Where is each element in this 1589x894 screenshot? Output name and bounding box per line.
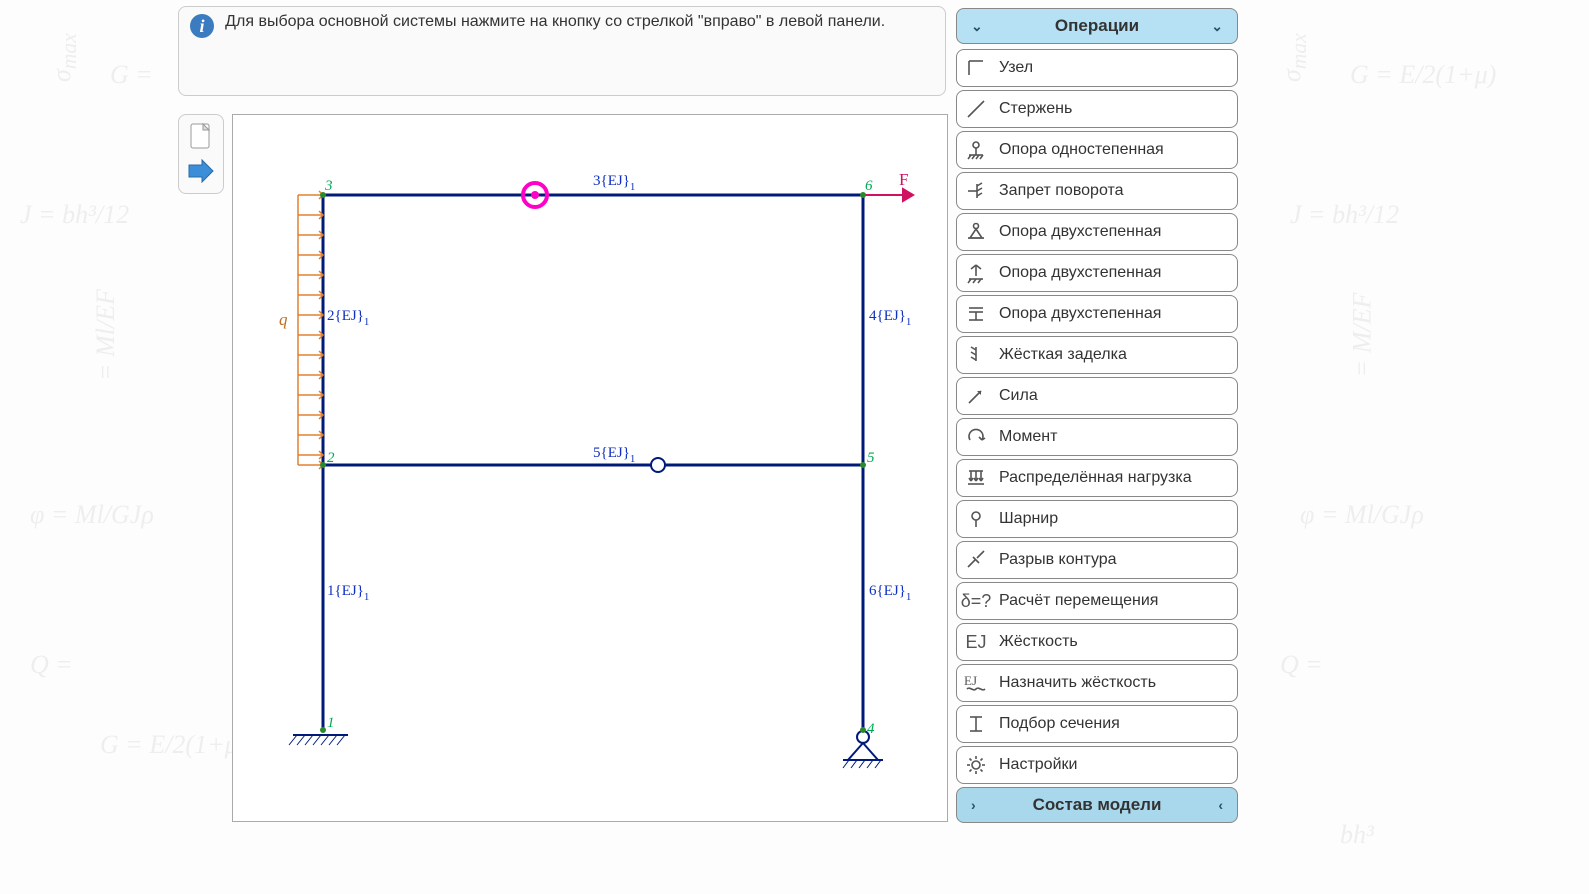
pin-support[interactable] <box>843 731 883 768</box>
node-3-label: 3 <box>324 178 333 194</box>
op-sup2b-button[interactable]: Опора двухстепенная <box>956 254 1238 292</box>
op-label: Жёсткость <box>999 633 1078 651</box>
op-fixed-button[interactable]: Жёсткая заделка <box>956 336 1238 374</box>
op-node-button[interactable]: Узел <box>956 49 1238 87</box>
op-distload-button[interactable]: Распределённая нагрузка <box>956 459 1238 497</box>
node-1-label: 1 <box>327 715 335 731</box>
op-stiff-button[interactable]: EJ Жёсткость <box>956 623 1238 661</box>
section-icon <box>963 711 989 737</box>
op-moment-button[interactable]: Момент <box>956 418 1238 456</box>
hinge-icon <box>963 506 989 532</box>
node-5-label: 5 <box>867 450 875 466</box>
info-bar: i Для выбора основной системы нажмите на… <box>178 6 946 96</box>
member-3-label: 3{EJ}1 <box>593 173 635 193</box>
op-label: Жёсткая заделка <box>999 346 1127 364</box>
operations-title: Операции <box>1055 16 1139 36</box>
assign-icon: EJ <box>963 670 989 696</box>
sup2c-icon <box>963 301 989 327</box>
op-disp-button[interactable]: δ=? Расчёт перемещения <box>956 582 1238 620</box>
node-2-label: 2 <box>327 450 335 466</box>
chevron-down-icon: ⌄ <box>1211 18 1223 35</box>
op-sup2a-button[interactable]: Опора двухстепенная <box>956 213 1238 251</box>
rod-icon <box>963 96 989 122</box>
model-composition-title: Состав модели <box>1033 795 1162 815</box>
op-label: Стержень <box>999 100 1072 118</box>
stiff-icon: EJ <box>963 629 989 655</box>
node-6-label: 6 <box>865 178 873 194</box>
moment-icon <box>963 424 989 450</box>
model-composition-header[interactable]: › Состав модели ‹ <box>956 787 1238 823</box>
op-label: Распределённая нагрузка <box>999 469 1192 487</box>
member-2-label: 2{EJ}1 <box>327 308 369 328</box>
member-4-label: 4{EJ}1 <box>869 308 911 328</box>
op-section-button[interactable]: Подбор сечения <box>956 705 1238 743</box>
op-label: Сила <box>999 387 1038 405</box>
op-label: Назначить жёсткость <box>999 674 1156 692</box>
svg-text:EJ: EJ <box>964 673 977 688</box>
op-settings-button[interactable]: Настройки <box>956 746 1238 784</box>
new-file-button[interactable] <box>183 121 219 153</box>
op-label: Момент <box>999 428 1057 446</box>
force-label: F <box>899 170 908 189</box>
distload-icon <box>963 465 989 491</box>
settings-icon <box>963 752 989 778</box>
op-label: Настройки <box>999 756 1077 774</box>
operations-header[interactable]: ⌄ Операции ⌄ <box>956 8 1238 44</box>
force-icon <box>963 383 989 409</box>
member-5-label: 5{EJ}1 <box>593 445 635 465</box>
op-label: Узел <box>999 59 1033 77</box>
op-label: Расчёт перемещения <box>999 592 1158 610</box>
next-step-button[interactable] <box>183 155 219 187</box>
fixed-icon <box>963 342 989 368</box>
hinge[interactable] <box>651 458 665 472</box>
op-label: Шарнир <box>999 510 1058 528</box>
op-norot-button[interactable]: Запрет поворота <box>956 172 1238 210</box>
op-label: Разрыв контура <box>999 551 1117 569</box>
quick-tool-strip <box>178 114 224 194</box>
op-label: Опора одностепенная <box>999 141 1164 159</box>
op-break-button[interactable]: Разрыв контура <box>956 541 1238 579</box>
norot-icon <box>963 178 989 204</box>
break-icon <box>963 547 989 573</box>
op-label: Подбор сечения <box>999 715 1120 733</box>
op-label: Опора двухстепенная <box>999 223 1161 241</box>
node-icon <box>963 55 989 81</box>
dist-load-label: q <box>279 310 288 329</box>
disp-icon: δ=? <box>963 588 989 614</box>
chevron-left-icon: ‹ <box>1218 797 1223 813</box>
op-sup1-button[interactable]: Опора одностепенная <box>956 131 1238 169</box>
node-2[interactable] <box>320 462 326 468</box>
op-label: Опора двухстепенная <box>999 305 1161 323</box>
op-hinge-button[interactable]: Шарнир <box>956 500 1238 538</box>
structure-canvas[interactable]: q F <box>232 114 948 822</box>
info-icon: i <box>189 13 215 43</box>
op-assign-button[interactable]: EJ Назначить жёсткость <box>956 664 1238 702</box>
fixed-support[interactable] <box>289 735 348 745</box>
sup2a-icon <box>963 219 989 245</box>
distributed-load[interactable] <box>298 191 323 469</box>
node-1[interactable] <box>320 727 326 733</box>
node-5[interactable] <box>860 462 866 468</box>
op-label: Опора двухстепенная <box>999 264 1161 282</box>
info-text: Для выбора основной системы нажмите на к… <box>225 13 885 30</box>
op-label: Запрет поворота <box>999 182 1124 200</box>
sup1-icon <box>963 137 989 163</box>
member-1-label: 1{EJ}1 <box>327 583 369 603</box>
chevron-down-icon: ⌄ <box>971 18 983 35</box>
chevron-right-icon: › <box>971 797 976 813</box>
op-rod-button[interactable]: Стержень <box>956 90 1238 128</box>
svg-text:i: i <box>199 16 204 36</box>
op-sup2c-button[interactable]: Опора двухстепенная <box>956 295 1238 333</box>
op-force-button[interactable]: Сила <box>956 377 1238 415</box>
operations-panel: ⌄ Операции ⌄ Узел Стержень Опора одностепе… <box>956 8 1238 828</box>
member-6-label: 6{EJ}1 <box>869 583 911 603</box>
sup2b-icon <box>963 260 989 286</box>
node-4[interactable] <box>860 727 866 733</box>
node-4-label: 4 <box>867 721 875 737</box>
